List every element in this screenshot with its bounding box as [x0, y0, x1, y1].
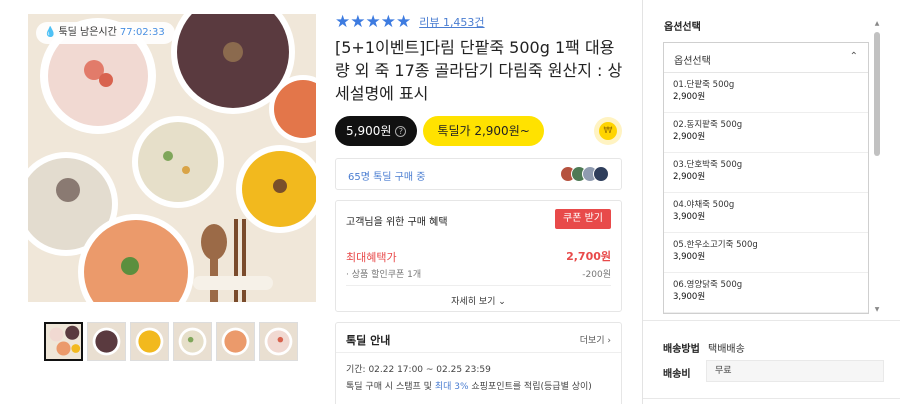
max-benefit-price: 2,700원	[566, 250, 611, 263]
option-item[interactable]: 03.단호박죽 500g 2,900원	[664, 153, 868, 193]
deal-info-box: 톡딜 안내 더보기 › 기간: 02.22 17:00 ~ 02.25 23:5…	[335, 322, 622, 404]
option-select-label: 옵션선택	[674, 56, 711, 67]
get-coupon-button[interactable]: 쿠폰 받기	[555, 209, 611, 229]
option-name: 02.동지팥죽 500g	[673, 120, 743, 130]
thumbnail-4[interactable]	[173, 322, 212, 361]
option-item[interactable]: 06.영양닭죽 500g 3,900원	[664, 273, 868, 313]
option-name: 05.한우소고기죽 500g	[673, 240, 758, 250]
option-name: 04.야채죽 500g	[673, 200, 735, 210]
question-icon[interactable]: ?	[395, 125, 407, 137]
shipping-method-value: 택배배송	[708, 344, 745, 355]
deal-more-link[interactable]: 더보기 ›	[580, 333, 611, 346]
divider	[643, 398, 900, 399]
panel-scrollbar[interactable]: ▲ ▼	[873, 20, 881, 314]
droplet-icon: 💧	[44, 27, 57, 38]
option-name: 03.단호박죽 500g	[673, 160, 743, 170]
option-heading: 옵션선택	[664, 22, 701, 33]
thumbnail-5[interactable]	[216, 322, 255, 361]
coin-symbol: ₩	[599, 122, 617, 140]
option-price: 3,900원	[673, 252, 706, 262]
thumbnail-strip	[44, 322, 298, 361]
max-benefit-label: 최대혜택가	[346, 251, 397, 264]
thumbnail-6[interactable]	[259, 322, 298, 361]
rating-row: ★★★★★ 리뷰 1,453건	[335, 12, 485, 32]
thumbnail-1[interactable]	[44, 322, 83, 361]
shipping-fee-value: 무료	[706, 360, 884, 382]
chevron-up-icon: ⌃	[849, 51, 858, 62]
deal-point-note: 톡딜 구매 시 스탬프 및 최대 3% 쇼핑포인트를 적립(등급별 상이)	[346, 379, 592, 392]
view-details-link[interactable]: 자세히 보기 ⌄	[336, 294, 621, 307]
regular-price-button[interactable]: 5,900원 ?	[335, 116, 418, 146]
star-rating-icon: ★★★★★	[335, 12, 412, 32]
option-item[interactable]: 05.한우소고기죽 500g 3,900원	[664, 233, 868, 273]
price-row: 5,900원 ? 톡딜가 2,900원~	[335, 116, 544, 146]
scroll-down-icon[interactable]: ▼	[873, 306, 881, 314]
thumbnail-3[interactable]	[130, 322, 169, 361]
option-item[interactable]: 01.단팥죽 500g 2,900원	[664, 73, 868, 113]
option-price: 2,900원	[673, 172, 706, 182]
option-price: 2,900원	[673, 132, 706, 142]
avatar	[593, 166, 609, 182]
buyers-count-box: 65명 톡딜 구매 중	[335, 158, 622, 190]
option-price: 2,900원	[673, 92, 706, 102]
regular-price: 5,900원	[346, 124, 392, 138]
option-dropdown: 옵션선택 ⌃ 01.단팥죽 500g 2,900원 02.동지팥죽 500g 2…	[663, 42, 869, 314]
option-select-toggle[interactable]: 옵션선택 ⌃	[664, 43, 868, 73]
coupon-discount-value: -200원	[582, 270, 611, 280]
panel-divider	[642, 0, 643, 404]
buyers-count-text: 65명 톡딜 구매 중	[348, 172, 426, 183]
divider	[346, 285, 611, 286]
option-price: 3,900원	[673, 212, 706, 222]
thumbnail-2[interactable]	[87, 322, 126, 361]
shipping-fee-label: 배송비	[663, 369, 691, 380]
option-name: 06.영양닭죽 500g	[673, 280, 743, 290]
option-item[interactable]: 02.동지팥죽 500g 2,900원	[664, 113, 868, 153]
timer-value: 77:02:33	[119, 27, 165, 38]
deal-info-title: 톡딜 안내	[346, 334, 391, 347]
scroll-up-icon[interactable]: ▲	[873, 20, 881, 28]
option-item[interactable]: 04.야채죽 500g 3,900원	[664, 193, 868, 233]
buyer-avatars	[560, 166, 609, 182]
shipping-method-label: 배송방법	[663, 344, 700, 355]
purchase-benefit-box: 고객님을 위한 구매 혜택 쿠폰 받기 최대혜택가 2,700원 · 상품 할인…	[335, 200, 622, 312]
option-name: 01.단팥죽 500g	[673, 80, 735, 90]
review-count-link[interactable]: 리뷰 1,453건	[419, 14, 484, 30]
option-price: 3,900원	[673, 292, 706, 302]
deal-note-highlight: 최대 3%	[434, 382, 469, 392]
benefit-title: 고객님을 위한 구매 혜택	[346, 217, 448, 228]
product-title: [5+1이벤트]다림 단팥죽 500g 1팩 대용량 외 죽 17종 골라담기 …	[335, 38, 623, 103]
deal-timer-badge: 💧 툭딜 남은시간 77:02:33	[36, 22, 175, 44]
scrollbar-thumb[interactable]	[874, 32, 880, 156]
divider	[336, 352, 621, 353]
coupon-discount-label: · 상품 할인쿠폰 1개	[346, 270, 422, 280]
deal-price-button[interactable]: 톡딜가 2,900원~	[423, 116, 544, 146]
product-main-image[interactable]: 💧 툭딜 남은시간 77:02:33	[28, 14, 316, 302]
coin-icon[interactable]: ₩	[594, 117, 622, 145]
divider	[643, 320, 900, 321]
deal-period: 기간: 02.22 17:00 ~ 02.25 23:59	[346, 365, 491, 375]
timer-label: 툭딜 남은시간	[58, 27, 117, 38]
deal-note-suffix: 쇼핑포인트를 적립(등급별 상이)	[468, 382, 592, 392]
deal-note-prefix: 톡딜 구매 시 스탬프 및	[346, 382, 435, 392]
